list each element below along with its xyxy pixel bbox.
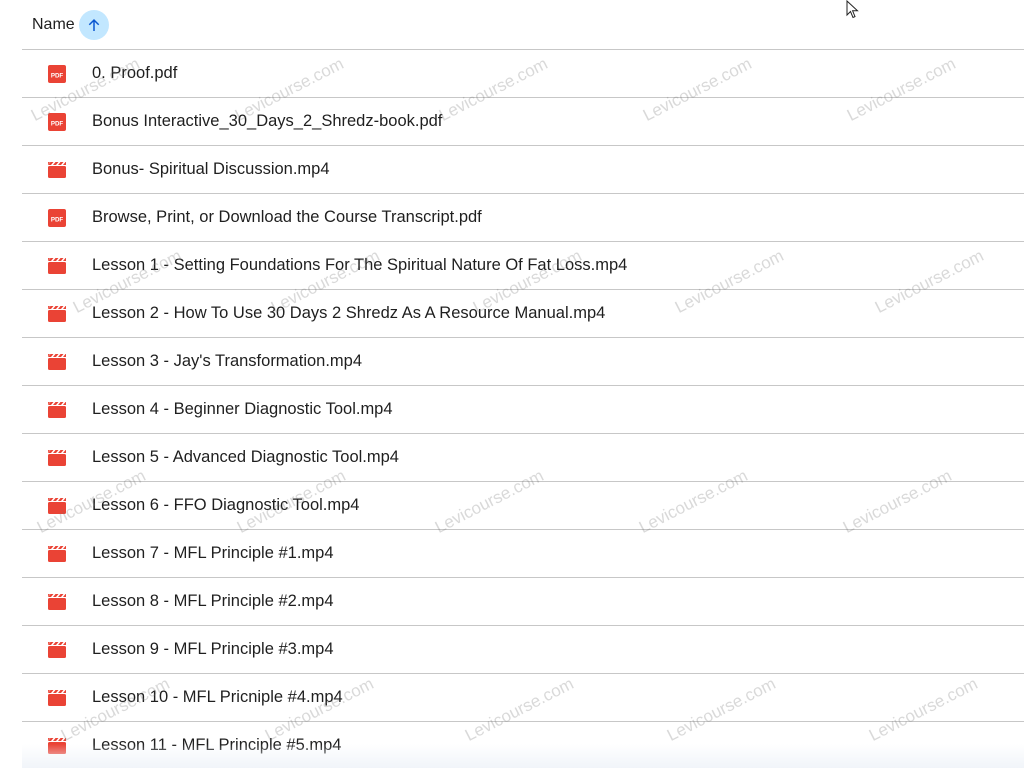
video-icon [47, 304, 67, 324]
svg-text:PDF: PDF [51, 72, 64, 79]
file-name: Browse, Print, or Download the Course Tr… [92, 208, 482, 226]
video-icon [47, 496, 67, 516]
file-row[interactable]: Lesson 5 - Advanced Diagnostic Tool.mp4 [22, 434, 1024, 482]
file-name: Lesson 11 - MFL Principle #5.mp4 [92, 736, 342, 754]
file-row[interactable]: Lesson 9 - MFL Principle #3.mp4 [22, 626, 1024, 674]
column-header-row: Name [22, 0, 1024, 50]
video-icon [47, 160, 67, 180]
svg-text:PDF: PDF [51, 216, 64, 223]
file-row[interactable]: Lesson 2 - How To Use 30 Days 2 Shredz A… [22, 290, 1024, 338]
pdf-icon: PDF [47, 64, 67, 84]
file-row[interactable]: Lesson 3 - Jay's Transformation.mp4 [22, 338, 1024, 386]
file-row[interactable]: Lesson 6 - FFO Diagnostic Tool.mp4 [22, 482, 1024, 530]
video-icon [47, 688, 67, 708]
video-icon [47, 544, 67, 564]
file-name: Bonus Interactive_30_Days_2_Shredz-book.… [92, 112, 443, 130]
video-icon [47, 592, 67, 612]
video-icon [47, 736, 67, 756]
pdf-icon: PDF [47, 208, 67, 228]
file-row[interactable]: PDF Browse, Print, or Download the Course… [22, 194, 1024, 242]
file-row[interactable]: Lesson 8 - MFL Principle #2.mp4 [22, 578, 1024, 626]
file-name: Lesson 1 - Setting Foundations For The S… [92, 256, 628, 274]
file-name: Lesson 2 - How To Use 30 Days 2 Shredz A… [92, 304, 606, 322]
file-name: 0. Proof.pdf [92, 64, 178, 82]
file-name: Lesson 10 - MFL Pricniple #4.mp4 [92, 688, 343, 706]
video-icon [47, 256, 67, 276]
file-name: Lesson 9 - MFL Principle #3.mp4 [92, 640, 334, 658]
arrow-up-icon [88, 18, 99, 31]
file-row[interactable]: PDF Bonus Interactive_30_Days_2_Shredz-bo… [22, 98, 1024, 146]
name-column-header[interactable]: Name [32, 16, 75, 34]
file-row[interactable]: Lesson 10 - MFL Pricniple #4.mp4 [22, 674, 1024, 722]
file-row[interactable]: Lesson 11 - MFL Principle #5.mp4 [22, 722, 1024, 768]
file-row[interactable]: Bonus- Spiritual Discussion.mp4 [22, 146, 1024, 194]
video-icon [47, 640, 67, 660]
video-icon [47, 448, 67, 468]
file-list: Name PDF 0. Proof.pdf PDF Bonus Interactive… [22, 0, 1024, 768]
file-row[interactable]: Lesson 1 - Setting Foundations For The S… [22, 242, 1024, 290]
file-row[interactable]: PDF 0. Proof.pdf [22, 50, 1024, 98]
file-name: Bonus- Spiritual Discussion.mp4 [92, 160, 330, 178]
file-rows: PDF 0. Proof.pdf PDF Bonus Interactive_30_D… [22, 50, 1024, 768]
file-name: Lesson 5 - Advanced Diagnostic Tool.mp4 [92, 448, 399, 466]
file-name: Lesson 8 - MFL Principle #2.mp4 [92, 592, 334, 610]
sort-ascending-button[interactable] [78, 9, 109, 40]
svg-text:PDF: PDF [51, 120, 64, 127]
file-row[interactable]: Lesson 4 - Beginner Diagnostic Tool.mp4 [22, 386, 1024, 434]
file-row[interactable]: Lesson 7 - MFL Principle #1.mp4 [22, 530, 1024, 578]
video-icon [47, 352, 67, 372]
file-name: Lesson 6 - FFO Diagnostic Tool.mp4 [92, 496, 360, 514]
pdf-icon: PDF [47, 112, 67, 132]
file-name: Lesson 3 - Jay's Transformation.mp4 [92, 352, 363, 370]
mouse-cursor-icon [846, 0, 859, 19]
file-name: Lesson 7 - MFL Principle #1.mp4 [92, 544, 334, 562]
file-name: Lesson 4 - Beginner Diagnostic Tool.mp4 [92, 400, 393, 418]
video-icon [47, 400, 67, 420]
